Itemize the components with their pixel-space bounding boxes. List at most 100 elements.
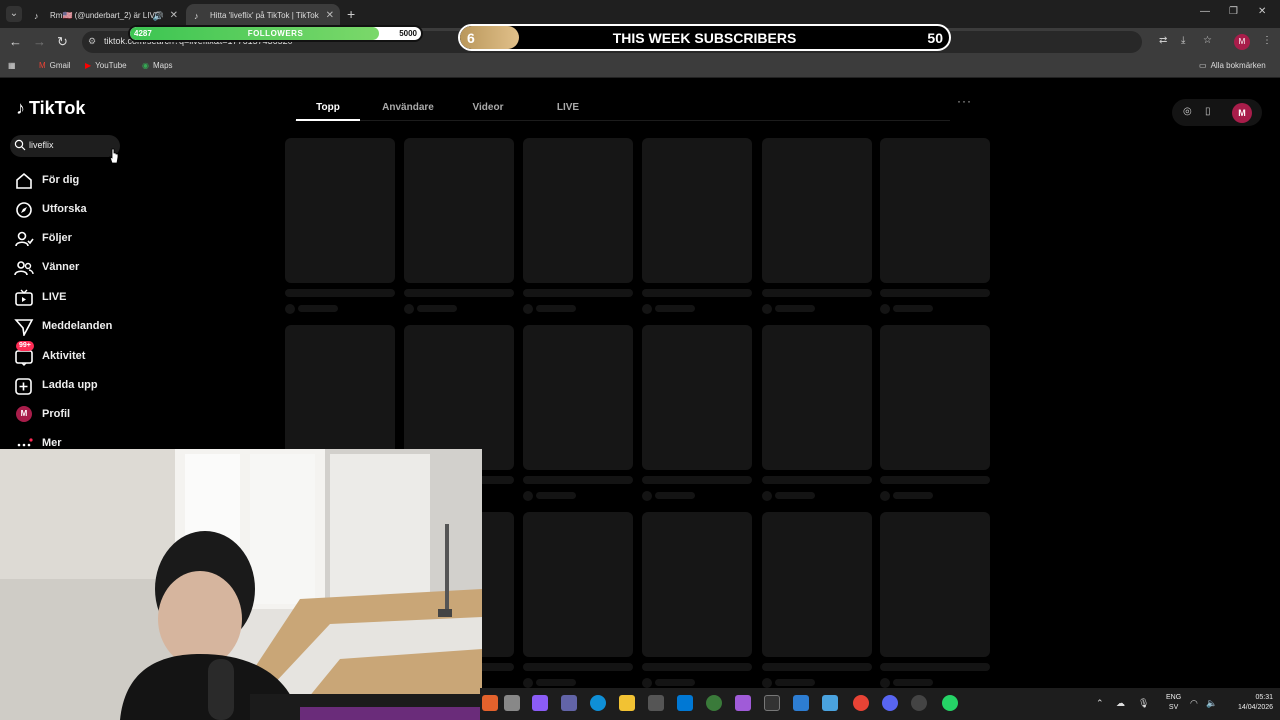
skeleton-card xyxy=(880,325,990,502)
followers-label: FOLLOWERS xyxy=(247,29,304,38)
skeleton-avatar xyxy=(762,490,772,501)
chrome-icon[interactable] xyxy=(853,695,869,711)
skeleton-thumbnail xyxy=(880,138,990,283)
copilot-icon[interactable] xyxy=(532,695,548,711)
windows-taskbar: ⌃ ☁ 🎙 ENG SV ◠ 🔈 05:31 14/04/2026 xyxy=(480,688,1280,720)
skeleton-title xyxy=(642,663,752,671)
wifi-icon[interactable]: ◠ xyxy=(1190,698,1198,709)
minimize-icon[interactable]: — xyxy=(1200,6,1210,17)
skeleton-card xyxy=(642,325,752,502)
whatsapp-icon[interactable] xyxy=(942,695,958,711)
mail-icon[interactable] xyxy=(822,695,838,711)
more-options-icon[interactable]: ··· xyxy=(957,94,972,108)
browser-profile-avatar[interactable]: M xyxy=(1234,34,1250,50)
tab-users[interactable]: Användare xyxy=(371,102,445,113)
taskbar-app-icon[interactable] xyxy=(482,695,498,711)
nav-item-explore[interactable]: Utforska xyxy=(14,200,174,220)
microphone-icon[interactable]: 🎙 xyxy=(1138,698,1149,709)
nav-item-activity[interactable]: 99+ Aktivitet xyxy=(14,341,174,367)
subscribers-goal: 50 xyxy=(927,30,943,46)
subscribers-goal-bar: 6 THIS WEEK SUBSCRIBERS 50 xyxy=(458,24,951,51)
photos-icon[interactable] xyxy=(793,695,809,711)
outlook-icon[interactable] xyxy=(677,695,693,711)
bookmark-youtube[interactable]: ▶ YouTube xyxy=(85,61,127,70)
search-input[interactable]: liveflix xyxy=(10,135,120,157)
skeleton-avatar xyxy=(285,303,295,314)
skeleton-author xyxy=(775,305,815,313)
tiktok-logo[interactable]: ♪ TikTok xyxy=(16,98,85,119)
friends-icon xyxy=(14,261,34,276)
skeleton-thumbnail xyxy=(523,138,633,283)
skeleton-author xyxy=(417,305,457,313)
skeleton-avatar xyxy=(523,303,533,314)
install-icon[interactable]: ⤓ xyxy=(1181,35,1185,46)
bookmark-gmail[interactable]: M Gmail xyxy=(39,61,71,70)
nav-item-live[interactable]: LIVE xyxy=(14,288,174,308)
tab-search-button[interactable]: ⌄ xyxy=(6,6,22,22)
new-tab-button[interactable]: + xyxy=(347,6,355,22)
close-window-icon[interactable]: ✕ xyxy=(1258,6,1266,17)
office-icon[interactable] xyxy=(735,695,751,711)
obs-icon[interactable] xyxy=(911,695,927,711)
file-explorer-icon[interactable] xyxy=(619,695,635,711)
tray-chevron-icon[interactable]: ⌃ xyxy=(1096,698,1104,709)
nav-item-messages[interactable]: Meddelanden xyxy=(14,317,174,337)
skeleton-title xyxy=(880,663,990,671)
skeleton-title xyxy=(404,289,514,297)
nav-item-for-you[interactable]: För dig xyxy=(14,171,174,191)
store-icon[interactable] xyxy=(648,695,664,711)
followers-goal-bar: 4287 FOLLOWERS 5000 xyxy=(128,25,423,42)
tab-top[interactable]: Topp xyxy=(295,102,361,113)
skeleton-avatar xyxy=(642,490,652,501)
skeleton-thumbnail xyxy=(642,512,752,657)
skeleton-title xyxy=(880,289,990,297)
tab-live[interactable]: LIVE xyxy=(535,102,601,113)
apps-icon[interactable]: ▦ xyxy=(8,61,16,70)
restore-icon[interactable]: ❐ xyxy=(1229,6,1238,17)
skeleton-card xyxy=(285,138,395,315)
discord-icon[interactable] xyxy=(882,695,898,711)
nav-item-following[interactable]: Följer xyxy=(14,229,174,249)
nav-item-profile[interactable]: M Profil xyxy=(14,405,174,425)
teams-icon[interactable] xyxy=(561,695,577,711)
skeleton-thumbnail xyxy=(762,138,872,283)
translate-icon[interactable]: ⇄ xyxy=(1159,35,1167,46)
search-tabs: Topp Användare Videor LIVE xyxy=(295,97,950,121)
skeleton-title xyxy=(880,476,990,484)
search-value: liveflix xyxy=(29,140,54,150)
audio-icon[interactable]: 🔊 xyxy=(153,6,164,26)
back-icon[interactable]: ← xyxy=(9,34,22,49)
header-profile-avatar[interactable]: M xyxy=(1232,103,1252,123)
active-tab-indicator xyxy=(296,119,360,121)
app-icon[interactable] xyxy=(764,695,780,711)
tab-videos[interactable]: Videor xyxy=(455,102,521,113)
skeleton-avatar xyxy=(880,303,890,314)
site-info-icon[interactable]: ⚙ xyxy=(88,36,96,47)
all-bookmarks[interactable]: ▭ Alla bokmärken xyxy=(1199,61,1266,70)
forward-icon[interactable]: → xyxy=(33,34,46,49)
reload-icon[interactable]: ↻ xyxy=(57,34,68,50)
close-tab-icon[interactable]: ✕ xyxy=(170,6,178,26)
task-view-icon[interactable] xyxy=(504,695,520,711)
bookmark-maps[interactable]: ◉ Maps xyxy=(142,61,173,70)
volume-icon[interactable]: 🔈 xyxy=(1206,698,1217,709)
browser-menu-icon[interactable]: ⋮ xyxy=(1262,35,1272,46)
nav-item-friends[interactable]: Vänner xyxy=(14,258,174,278)
skeleton-card xyxy=(762,325,872,502)
skeleton-author xyxy=(775,679,815,687)
tiktok-favicon-icon: ♪ xyxy=(194,11,199,21)
skeleton-thumbnail xyxy=(404,138,514,283)
close-tab-icon[interactable]: ✕ xyxy=(326,6,334,26)
device-icon[interactable]: ▯ xyxy=(1205,106,1211,117)
xbox-icon[interactable] xyxy=(706,695,722,711)
coins-icon[interactable]: ◎ xyxy=(1183,106,1192,117)
clock[interactable]: 05:31 14/04/2026 xyxy=(1238,693,1273,713)
edge-icon[interactable] xyxy=(590,695,606,711)
star-icon[interactable]: ☆ xyxy=(1203,35,1212,46)
language-indicator[interactable]: ENG SV xyxy=(1166,693,1181,713)
live-icon xyxy=(15,289,33,306)
skeleton-title xyxy=(285,289,395,297)
onedrive-icon[interactable]: ☁ xyxy=(1116,698,1125,709)
nav-item-upload[interactable]: Ladda upp xyxy=(14,376,174,396)
skeleton-card xyxy=(880,138,990,315)
